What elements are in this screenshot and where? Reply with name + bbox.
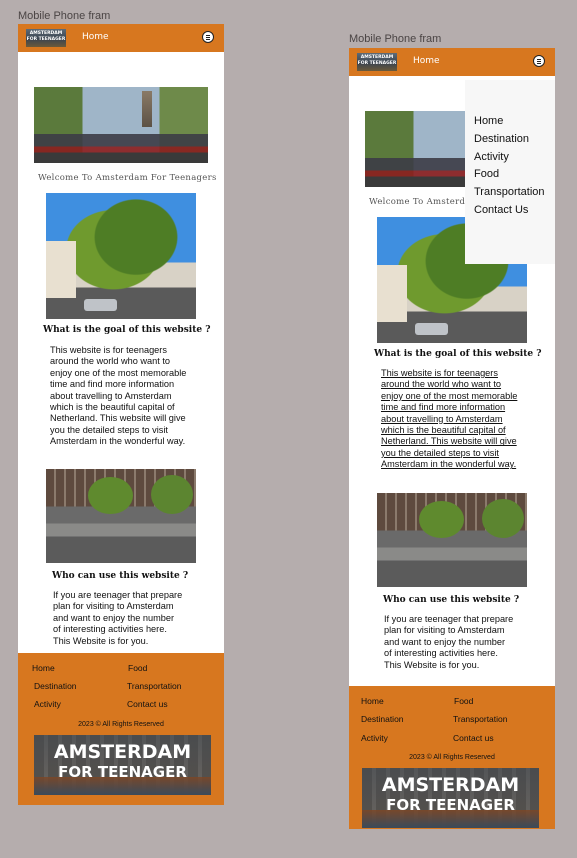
footer-link-food[interactable]: Food bbox=[128, 663, 147, 673]
dropdown-item-transportation[interactable]: Transportation bbox=[474, 186, 545, 198]
logo-line2: FOR TEENAGER bbox=[357, 61, 397, 66]
footer: Home Destination Activity Food Transport… bbox=[349, 686, 555, 829]
footer-link-contact[interactable]: Contact us bbox=[127, 699, 168, 709]
logo-line2: FOR TEENAGER bbox=[26, 37, 66, 42]
banner-line1: AMSTERDAM bbox=[53, 741, 192, 763]
goal-text[interactable]: This website is for teenagers around the… bbox=[381, 368, 517, 471]
who-text: If you are teenager that prepare plan fo… bbox=[53, 590, 183, 646]
canal-houses-image bbox=[377, 493, 527, 587]
footer-link-destination[interactable]: Destination bbox=[34, 681, 77, 691]
footer-link-transportation[interactable]: Transportation bbox=[127, 681, 182, 691]
footer-banner: AMSTERDAM FOR TEENAGER bbox=[34, 735, 211, 795]
canal-houses-image bbox=[46, 469, 196, 563]
nav-logo[interactable]: AMSTERDAM FOR TEENAGER bbox=[26, 29, 66, 47]
footer-banner: AMSTERDAM FOR TEENAGER bbox=[362, 768, 539, 828]
hamburger-menu-icon[interactable] bbox=[533, 55, 545, 67]
logo-line1: AMSTERDAM bbox=[29, 31, 63, 36]
dropdown-menu: Home Destination Activity Food Transport… bbox=[465, 80, 555, 264]
hero-canal-image bbox=[34, 87, 208, 163]
footer-link-transportation[interactable]: Transportation bbox=[453, 714, 508, 724]
dropdown-item-food[interactable]: Food bbox=[474, 168, 499, 180]
footer-link-activity[interactable]: Activity bbox=[34, 699, 61, 709]
footer-link-food[interactable]: Food bbox=[454, 696, 473, 706]
footer-link-destination[interactable]: Destination bbox=[361, 714, 404, 724]
banner-line1: AMSTERDAM bbox=[381, 774, 520, 796]
dropdown-item-destination[interactable]: Destination bbox=[474, 133, 529, 145]
footer-link-home[interactable]: Home bbox=[32, 663, 55, 673]
who-heading: Who can use this website ? bbox=[383, 595, 520, 605]
who-text: If you are teenager that prepare plan fo… bbox=[384, 614, 514, 670]
phone-frame-1: AMSTERDAM FOR TEENAGER Home Welcome To A… bbox=[18, 24, 224, 805]
footer: Home Destination Activity Food Transport… bbox=[18, 653, 224, 805]
goal-heading: What is the goal of this website ? bbox=[43, 325, 211, 335]
footer-link-contact[interactable]: Contact us bbox=[453, 733, 494, 743]
nav-home-link[interactable]: Home bbox=[413, 56, 440, 66]
tree-street-image bbox=[46, 193, 196, 319]
logo-line1: AMSTERDAM bbox=[360, 55, 394, 60]
hamburger-menu-icon[interactable] bbox=[202, 31, 214, 43]
goal-heading: What is the goal of this website ? bbox=[374, 349, 542, 359]
who-heading: Who can use this website ? bbox=[52, 571, 189, 581]
footer-link-home[interactable]: Home bbox=[361, 696, 384, 706]
nav-home-link[interactable]: Home bbox=[82, 32, 109, 42]
dropdown-item-activity[interactable]: Activity bbox=[474, 151, 509, 163]
phone-frame-2: AMSTERDAM FOR TEENAGER Home Welcome To A… bbox=[349, 48, 555, 829]
dropdown-item-home[interactable]: Home bbox=[474, 115, 503, 127]
nav-logo[interactable]: AMSTERDAM FOR TEENAGER bbox=[357, 53, 397, 71]
banner-line2: FOR TEENAGER bbox=[58, 763, 187, 781]
welcome-title: Welcome To Amsterdam For Teenagers bbox=[38, 173, 217, 183]
copyright: 2023 © All Rights Reserved bbox=[78, 721, 164, 728]
navbar: AMSTERDAM FOR TEENAGER Home bbox=[18, 24, 224, 52]
banner-line2: FOR TEENAGER bbox=[386, 796, 515, 814]
goal-text: This website is for teenagers around the… bbox=[50, 345, 187, 447]
frame-label: Mobile Phone fram bbox=[18, 10, 111, 22]
footer-link-activity[interactable]: Activity bbox=[361, 733, 388, 743]
dropdown-item-contact[interactable]: Contact Us bbox=[474, 204, 528, 216]
copyright: 2023 © All Rights Reserved bbox=[409, 754, 495, 761]
frame-label: Mobile Phone fram bbox=[349, 33, 442, 45]
navbar: AMSTERDAM FOR TEENAGER Home bbox=[349, 48, 555, 76]
